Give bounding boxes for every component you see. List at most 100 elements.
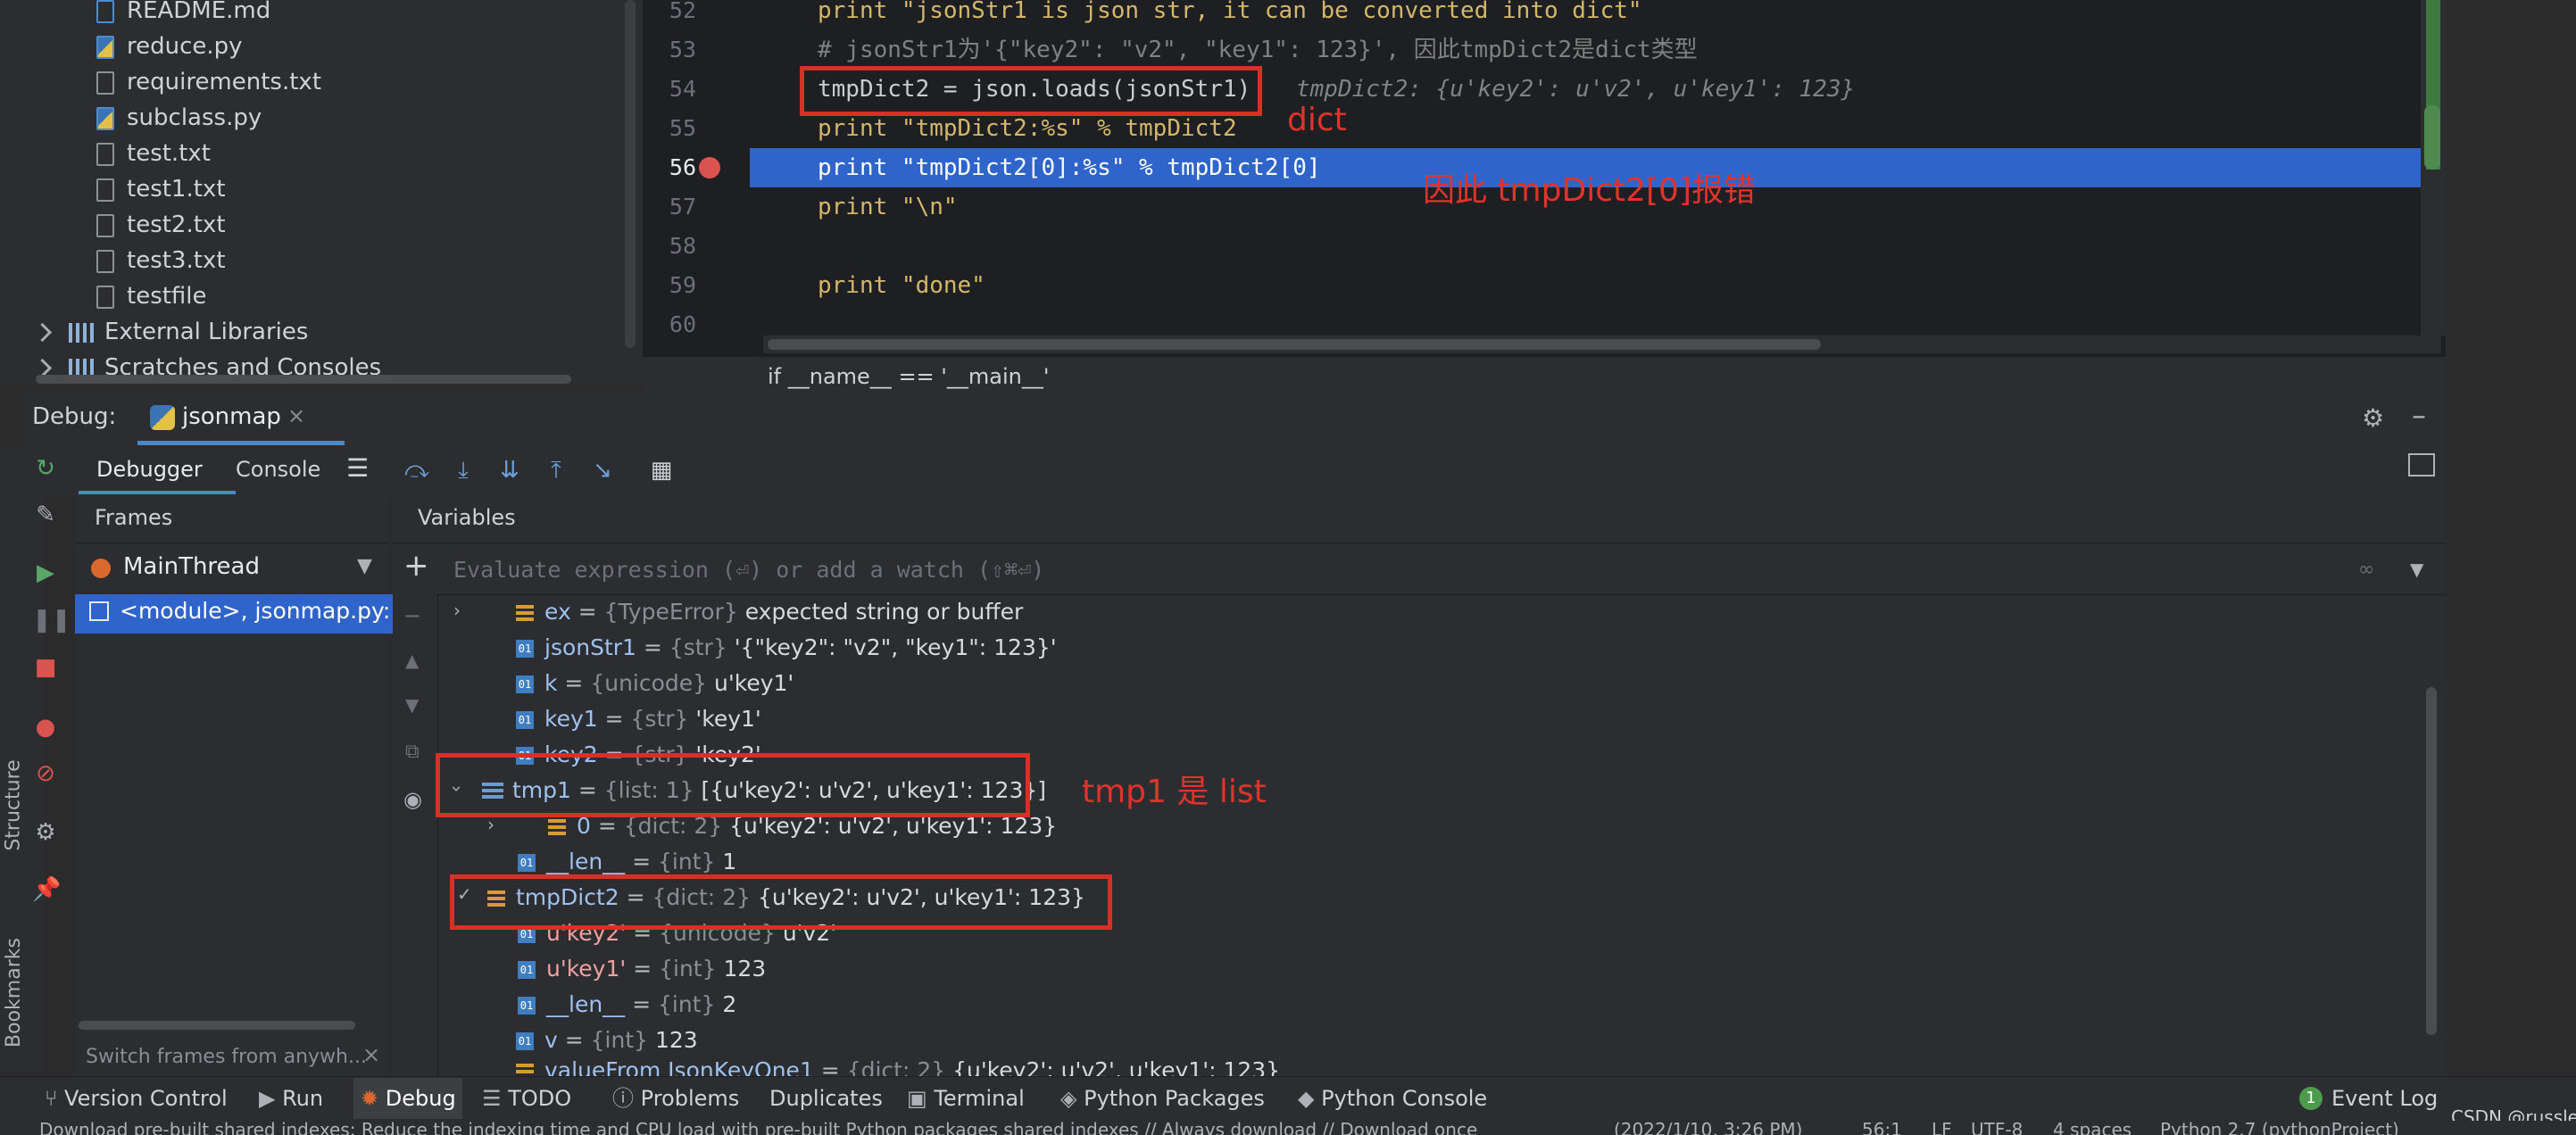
view-breakpoints-icon[interactable]: ● — [32, 714, 59, 741]
variables-vscrollbar[interactable] — [2426, 687, 2437, 1035]
bug-icon: ✹ — [361, 1086, 386, 1111]
add-watch-icon[interactable]: + — [403, 548, 429, 584]
editor-hscrollbar[interactable] — [768, 339, 1821, 350]
variable-row[interactable]: 01 __len__ = {int} 2 — [518, 987, 736, 1023]
step-out-icon[interactable]: ⤒ — [541, 455, 571, 485]
variable-row[interactable]: ex = {TypeError} expected string or buff… — [516, 594, 1023, 630]
evaluate-table-icon[interactable]: ▦ — [646, 455, 677, 485]
structure-tool-tab[interactable]: Structure — [3, 759, 25, 850]
project-hscrollbar[interactable] — [36, 375, 571, 384]
run-to-cursor-icon[interactable]: ↘ — [587, 455, 618, 485]
settings-icon[interactable]: ⚙ — [32, 819, 59, 846]
pin-icon[interactable]: 📌 — [32, 876, 61, 903]
breadcrumb[interactable]: if __name__ == '__main__' — [768, 359, 1049, 394]
status-indent[interactable]: 4 spaces — [2053, 1121, 2131, 1135]
breakpoint-icon[interactable] — [699, 157, 720, 178]
tree-file-test[interactable]: test.txt — [96, 136, 211, 171]
code-line[interactable]: print "jsonStr1 is json str, it can be c… — [818, 0, 1642, 30]
step-into-icon[interactable]: ⤓ — [448, 455, 478, 485]
tool-event-log[interactable]: Event Log — [2331, 1083, 2438, 1114]
menu-icon[interactable]: ☰ — [346, 453, 369, 483]
close-icon[interactable]: × — [287, 403, 305, 428]
close-icon[interactable]: × — [362, 1042, 380, 1067]
variable-row[interactable]: valueFrom JsonKeyOne1 = {dict: 2} {u'key… — [516, 1058, 1280, 1076]
tool-python-console[interactable]: ◆ Python Console — [1298, 1083, 1487, 1114]
tool-python-packages[interactable]: ◈ Python Packages — [1060, 1083, 1265, 1114]
glasses-icon[interactable]: ∞ — [2358, 559, 2374, 581]
tree-file-testfile[interactable]: testfile — [96, 278, 207, 314]
code-line[interactable]: print "\n" — [818, 187, 958, 227]
status-encoding[interactable]: UTF-8 — [1971, 1121, 2023, 1135]
chevron-down-icon[interactable]: ▼ — [357, 555, 372, 577]
resume-icon[interactable]: ▶ — [32, 559, 59, 586]
tree-file-requirements[interactable]: requirements.txt — [96, 64, 321, 100]
variable-row[interactable]: 01 k = {unicode} u'key1' — [516, 666, 794, 701]
rerun-icon[interactable]: ↻ — [32, 455, 59, 482]
file-label: test3.txt — [127, 247, 226, 274]
code-line[interactable]: # jsonStr1为'{"key2": "v2", "key1": 123}'… — [818, 30, 1698, 70]
tool-terminal[interactable]: ▣ Terminal — [907, 1083, 1025, 1114]
mute-breakpoints-icon[interactable]: ⊘ — [32, 760, 59, 787]
status-position[interactable]: 56:1 — [1862, 1121, 1902, 1135]
gear-icon[interactable]: ⚙ — [2362, 403, 2384, 433]
layout-icon[interactable] — [2408, 453, 2435, 476]
status-interpreter[interactable]: Python 2.7 (pythonProject) — [2160, 1121, 2399, 1135]
step-into-my-code-icon[interactable]: ⇊ — [494, 455, 525, 485]
eye-icon[interactable]: ◉ — [403, 787, 422, 812]
tree-file-test2[interactable]: test2.txt — [96, 207, 226, 243]
duplicate-icon[interactable]: ⧉ — [405, 741, 420, 763]
tree-file-test1[interactable]: test1.txt — [96, 171, 226, 207]
debug-tool-header: Debug: jsonmap × ⚙ – — [23, 393, 2446, 446]
settings-wrench-icon[interactable]: ✎ — [32, 501, 59, 528]
tree-file-readme[interactable]: README.md — [96, 0, 270, 29]
thread-selector[interactable]: MainThread — [123, 553, 260, 580]
tool-duplicates[interactable]: Duplicates — [769, 1083, 883, 1114]
frames-hscrollbar[interactable] — [79, 1021, 355, 1030]
step-over-icon[interactable]: ⤼ — [402, 455, 432, 485]
chevron-down-icon[interactable]: ▼ — [2410, 559, 2423, 580]
variable-row[interactable]: 01 v = {int} 123 — [516, 1023, 698, 1058]
editor-vscrollbar[interactable] — [2424, 105, 2440, 170]
chevron-right-icon[interactable] — [32, 322, 53, 343]
frames-title: Frames — [95, 505, 173, 530]
code-line[interactable]: print "done" — [818, 266, 985, 305]
status-message[interactable]: Download pre-built shared indexes: Reduc… — [39, 1121, 1592, 1135]
tree-file-subclass[interactable]: subclass.py — [96, 100, 262, 136]
tool-problems[interactable]: ⓘ Problems — [612, 1083, 739, 1114]
line-number: 52 — [669, 0, 696, 23]
move-up-icon[interactable]: ▲ — [405, 650, 419, 671]
tree-file-reduce[interactable]: reduce.py — [96, 29, 243, 64]
tool-version-control[interactable]: ⑂ Version Control — [45, 1083, 228, 1114]
tab-debugger[interactable]: Debugger — [96, 457, 203, 482]
move-down-icon[interactable]: ▼ — [405, 694, 419, 716]
tab-console[interactable]: Console — [236, 457, 320, 482]
var-value: expected string or buffer — [744, 599, 1024, 625]
annotation-dict: dict — [1287, 102, 1347, 138]
tool-run[interactable]: ▶ Run — [259, 1083, 323, 1114]
debug-session-tab[interactable]: jsonmap — [182, 403, 281, 430]
text-file-icon — [96, 285, 114, 309]
tree-external-libraries[interactable]: External Libraries — [32, 314, 308, 350]
frame-label[interactable]: <module>, jsonmap.py:5 — [120, 598, 389, 624]
stop-icon[interactable]: ■ — [32, 654, 59, 681]
evaluate-expression-input[interactable]: Evaluate expression (⏎) or add a watch (… — [453, 557, 1044, 583]
minimize-icon[interactable]: – — [2412, 398, 2426, 432]
variable-row[interactable]: 01 jsonStr1 = {str} '{"key2": "v2", "key1… — [516, 630, 1057, 666]
file-label: test1.txt — [127, 176, 226, 203]
tool-debug[interactable]: ✹ Debug — [361, 1083, 456, 1114]
variable-row[interactable]: 01 u'key1' = {int} 123 — [518, 951, 766, 987]
tool-todo[interactable]: ☰ TODO — [482, 1083, 571, 1114]
var-name: valueFrom JsonKeyOne1 — [544, 1058, 814, 1076]
expand-icon[interactable]: › — [453, 600, 461, 621]
bookmarks-tool-tab[interactable]: Bookmarks — [3, 938, 25, 1048]
file-label: README.md — [127, 0, 271, 24]
pause-icon[interactable]: ❚❚ — [32, 607, 71, 634]
tree-file-test3[interactable]: test3.txt — [96, 243, 226, 278]
project-vscrollbar[interactable] — [625, 0, 636, 348]
problems-icon: ⓘ — [612, 1086, 641, 1111]
variable-row[interactable]: 01 key1 = {str} 'key1' — [516, 701, 761, 737]
object-icon — [516, 605, 534, 621]
remove-watch-icon[interactable]: − — [403, 603, 421, 628]
code-line[interactable]: print "tmpDict2[0]:%s" % tmpDict2[0] — [818, 148, 1321, 187]
status-line-separator[interactable]: LF — [1932, 1121, 1952, 1135]
